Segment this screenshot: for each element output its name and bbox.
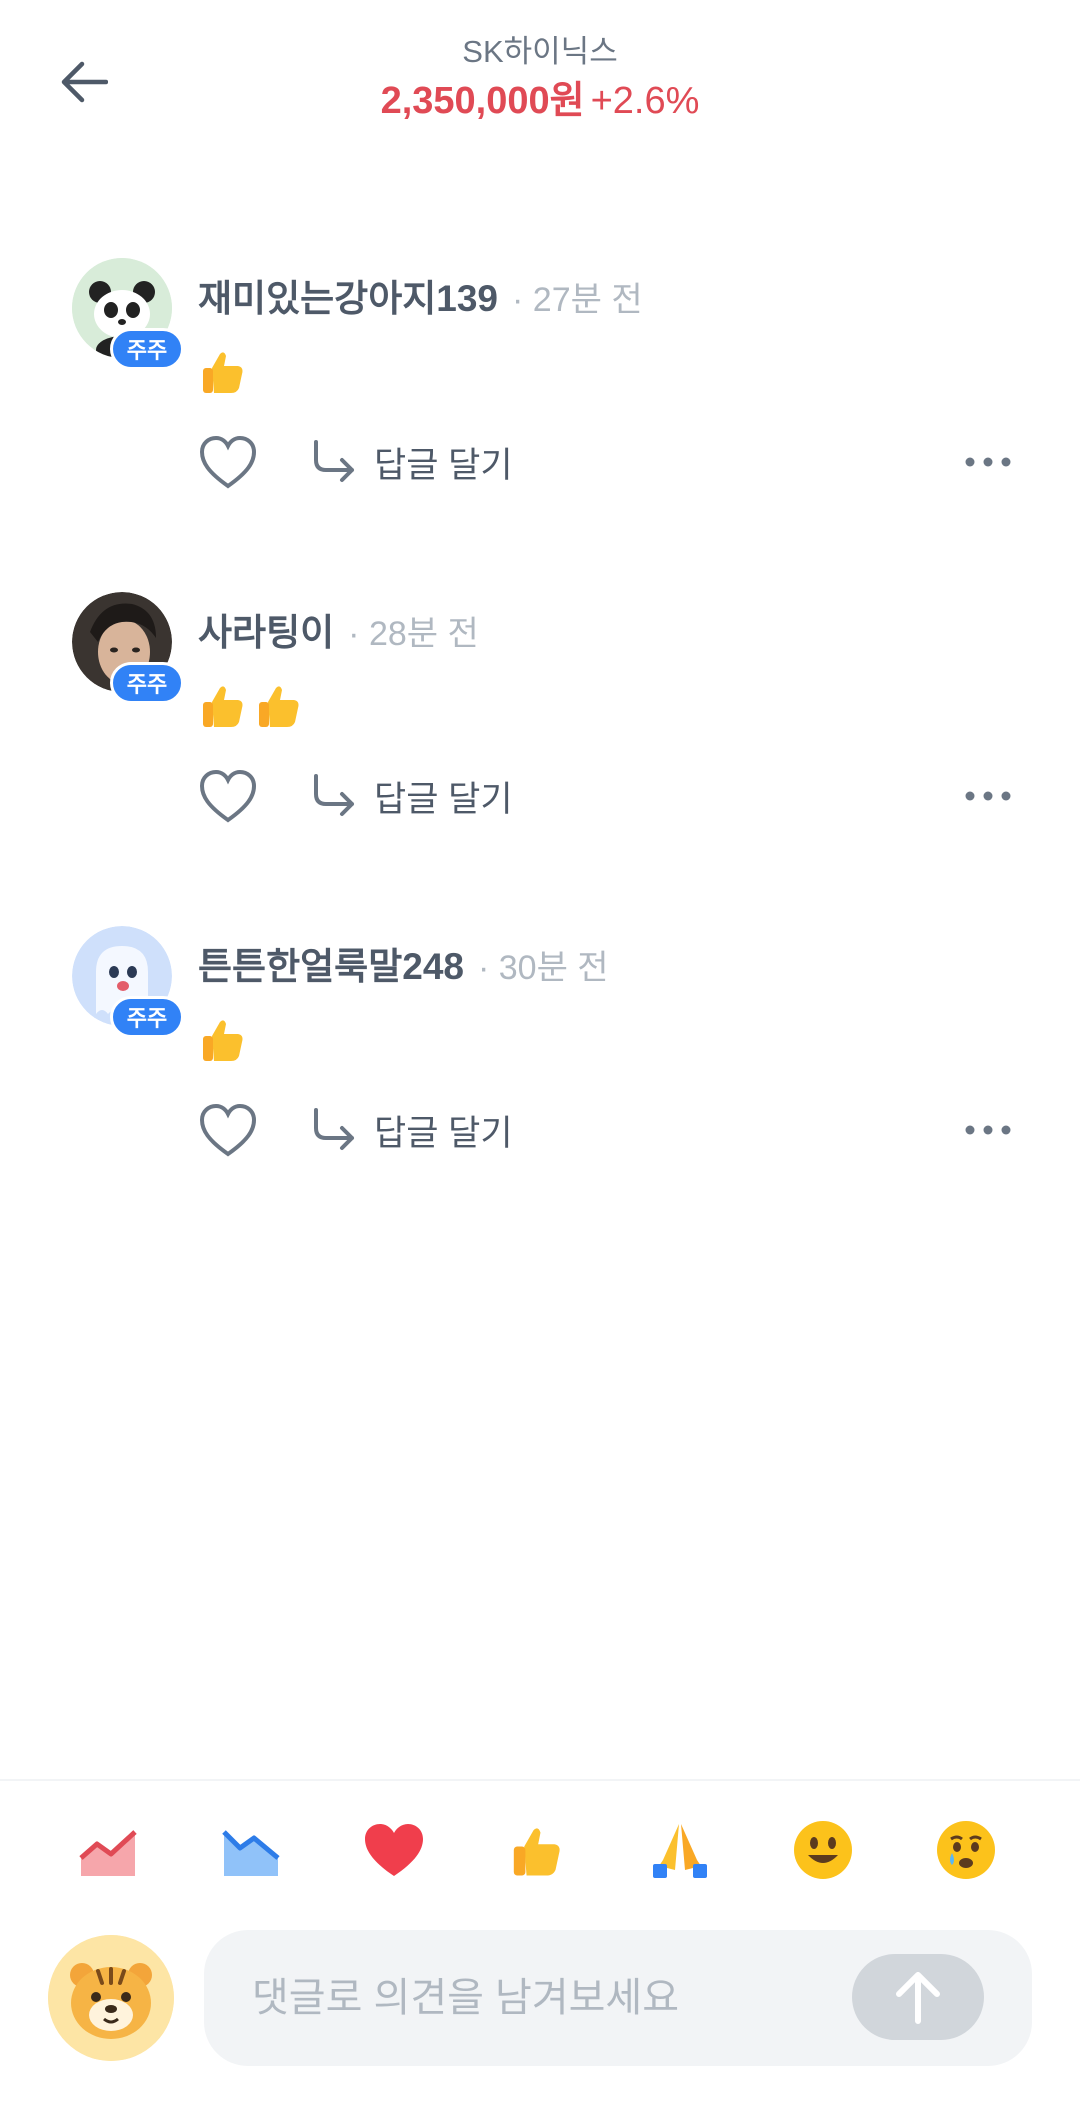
reply-button[interactable]: 답글 달기 bbox=[308, 1100, 513, 1160]
comment-list: 주주 재미있는강아지139 · 27분 전 답글 달기 주주 사라팅이 · 28… bbox=[0, 258, 1080, 1260]
more-dots-icon bbox=[965, 1125, 1011, 1135]
like-button[interactable] bbox=[198, 1102, 258, 1158]
more-options-button[interactable] bbox=[958, 1110, 1018, 1150]
reaction-heart[interactable] bbox=[356, 1812, 432, 1888]
stock-price: 2,350,000원 bbox=[380, 80, 585, 122]
top-bar: SK하이닉스 2,350,000원 +2.6% bbox=[0, 0, 1080, 160]
author-avatar[interactable]: 주주 bbox=[72, 592, 184, 704]
comment-input-box bbox=[204, 1930, 1032, 2066]
thumbs-up-icon bbox=[513, 1828, 560, 1876]
more-dots-icon bbox=[965, 791, 1011, 801]
thumbs-up-icon bbox=[203, 352, 243, 393]
comment-meta: 사라팅이 · 28분 전 bbox=[198, 602, 479, 656]
send-button[interactable] bbox=[852, 1954, 984, 2040]
like-button[interactable] bbox=[198, 434, 258, 490]
comment-meta: 튼튼한얼룩말248 · 30분 전 bbox=[198, 936, 609, 990]
reply-button[interactable]: 답글 달기 bbox=[308, 432, 513, 492]
comment-actions: 답글 달기 bbox=[198, 428, 1018, 498]
praying-hands-icon bbox=[653, 1824, 707, 1878]
comment-body bbox=[198, 1014, 248, 1064]
reply-button[interactable]: 답글 달기 bbox=[308, 766, 513, 826]
thumbs-up-icon bbox=[203, 686, 243, 727]
comment-body bbox=[198, 680, 304, 730]
chart-up-icon bbox=[79, 1830, 137, 1876]
reaction-thumbs-up[interactable] bbox=[499, 1812, 575, 1888]
bottom-divider bbox=[0, 1779, 1080, 1781]
author-avatar[interactable]: 주주 bbox=[72, 258, 184, 370]
reaction-cry[interactable] bbox=[928, 1812, 1004, 1888]
comment-meta: 재미있는강아지139 · 27분 전 bbox=[198, 268, 643, 322]
heart-outline-icon bbox=[199, 435, 257, 489]
reaction-chart-up[interactable] bbox=[70, 1812, 146, 1888]
author-name[interactable]: 튼튼한얼룩말248 bbox=[198, 936, 464, 990]
shareholder-badge: 주주 bbox=[110, 662, 184, 704]
comment-time: · 30분 전 bbox=[477, 949, 609, 987]
more-dots-icon bbox=[965, 457, 1011, 467]
comment-item: 주주 튼튼한얼룩말248 · 30분 전 답글 달기 bbox=[0, 926, 1080, 1260]
comment-time: · 28분 전 bbox=[348, 615, 479, 653]
comment-actions: 답글 달기 bbox=[198, 762, 1018, 832]
author-name[interactable]: 사라팅이 bbox=[198, 602, 334, 656]
comment-item: 주주 재미있는강아지139 · 27분 전 답글 달기 bbox=[0, 258, 1080, 592]
comment-item: 주주 사라팅이 · 28분 전 답글 달기 bbox=[0, 592, 1080, 926]
thumbs-up-icon bbox=[203, 1020, 243, 1061]
reply-label: 답글 달기 bbox=[374, 1113, 513, 1153]
arrow-up-icon bbox=[896, 1972, 940, 2024]
smile-icon bbox=[794, 1821, 852, 1879]
chart-down-icon bbox=[222, 1830, 280, 1876]
reply-arrow-icon bbox=[314, 774, 354, 816]
comment-input[interactable] bbox=[252, 1930, 812, 2066]
stock-title[interactable]: SK하이닉스 2,350,000원 +2.6% bbox=[0, 30, 1080, 128]
reply-arrow-icon bbox=[314, 440, 354, 482]
stock-name: SK하이닉스 bbox=[462, 34, 618, 69]
my-avatar[interactable] bbox=[48, 1935, 174, 2061]
heart-outline-icon bbox=[199, 769, 257, 823]
comment-actions: 답글 달기 bbox=[198, 1096, 1018, 1166]
more-options-button[interactable] bbox=[958, 776, 1018, 816]
tiger-avatar-icon bbox=[48, 1935, 174, 2061]
quick-reaction-bar bbox=[0, 1812, 1080, 1888]
reply-arrow-icon bbox=[314, 1108, 354, 1150]
reaction-smile[interactable] bbox=[785, 1812, 861, 1888]
reply-label: 답글 달기 bbox=[374, 445, 513, 485]
crying-face-icon bbox=[937, 1821, 995, 1879]
heart-icon bbox=[365, 1824, 423, 1876]
shareholder-badge: 주주 bbox=[110, 996, 184, 1038]
shareholder-badge: 주주 bbox=[110, 328, 184, 370]
price-change: +2.6% bbox=[590, 80, 700, 122]
author-name[interactable]: 재미있는강아지139 bbox=[198, 268, 498, 322]
reply-label: 답글 달기 bbox=[374, 779, 513, 819]
price-line: 2,350,000원 +2.6% bbox=[0, 74, 1080, 128]
more-options-button[interactable] bbox=[958, 442, 1018, 482]
comment-composer bbox=[0, 1930, 1080, 2066]
comment-body bbox=[198, 346, 248, 396]
thumbs-up-icon bbox=[259, 686, 299, 727]
heart-outline-icon bbox=[199, 1103, 257, 1157]
author-avatar[interactable]: 주주 bbox=[72, 926, 184, 1038]
like-button[interactable] bbox=[198, 768, 258, 824]
reaction-pray[interactable] bbox=[642, 1812, 718, 1888]
reaction-chart-down[interactable] bbox=[213, 1812, 289, 1888]
comment-time: · 27분 전 bbox=[512, 281, 643, 319]
